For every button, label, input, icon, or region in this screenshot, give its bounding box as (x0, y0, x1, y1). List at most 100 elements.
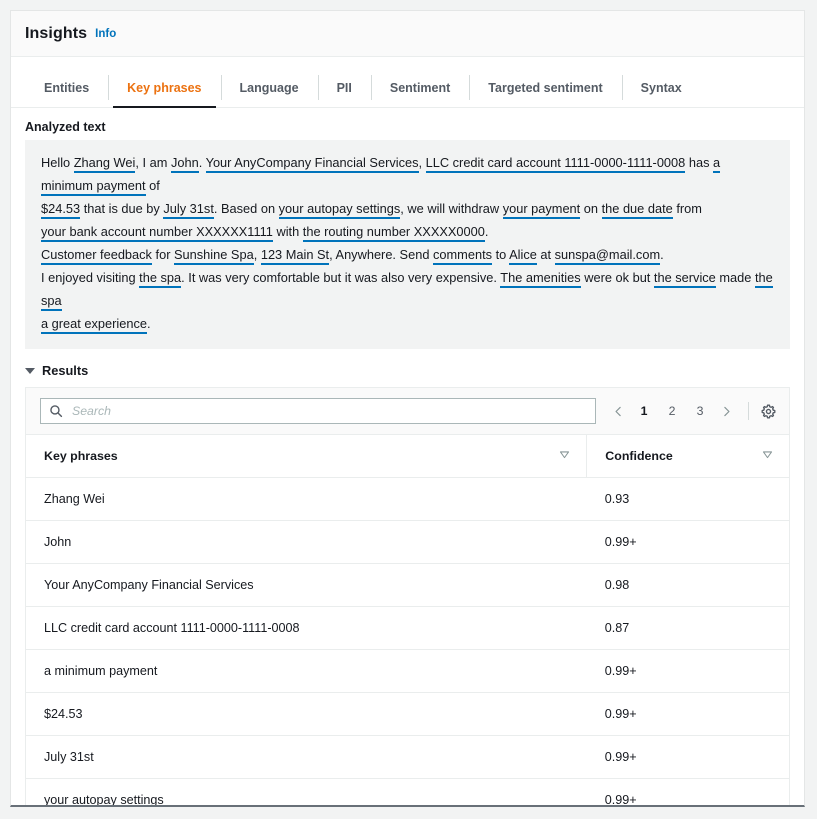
plain-text: . It was very comfortable but it was als… (181, 270, 500, 285)
tab-sentiment[interactable]: Sentiment (371, 71, 469, 107)
page-title: Insights (25, 25, 87, 43)
highlighted-phrase[interactable]: LLC credit card account 1111-0000-1111-0… (426, 155, 686, 173)
tab-targeted-sentiment[interactable]: Targeted sentiment (469, 71, 621, 107)
plain-text: , I am (135, 155, 171, 170)
plain-text: at (537, 247, 555, 262)
highlighted-phrase[interactable]: the spa (139, 270, 181, 288)
gear-icon[interactable] (757, 400, 779, 422)
table-row[interactable]: Zhang Wei0.93 (26, 478, 789, 521)
sort-triangle-icon[interactable] (762, 449, 773, 463)
highlighted-phrase[interactable]: Alice (509, 247, 537, 265)
cell-confidence: 0.99+ (587, 779, 789, 808)
tab-key-phrases[interactable]: Key phrases (108, 71, 220, 107)
analyzed-text-box: Hello Zhang Wei, I am John. Your AnyComp… (25, 140, 790, 349)
plain-text: has (685, 155, 713, 170)
chevron-right-icon[interactable] (714, 399, 738, 423)
highlighted-phrase[interactable]: July 31st (163, 201, 214, 219)
highlighted-phrase[interactable]: The amenities (500, 270, 580, 288)
highlighted-phrase[interactable]: $24.53 (41, 201, 80, 219)
tab-syntax[interactable]: Syntax (622, 71, 701, 107)
card-header: Insights Info (11, 11, 804, 57)
plain-text: that is due by (80, 201, 163, 216)
plain-text: to (492, 247, 509, 262)
tab-list: Entities Key phrases Language PII Sentim… (11, 71, 804, 108)
highlighted-phrase[interactable]: Your AnyCompany Financial Services (206, 155, 419, 173)
highlighted-phrase[interactable]: sunspa@mail.com (555, 247, 660, 265)
cell-confidence: 0.93 (587, 478, 789, 521)
column-header-key-phrases[interactable]: Key phrases (26, 435, 587, 478)
column-header-confidence-label: Confidence (605, 449, 672, 463)
analyzed-text-line: $24.53 that is due by July 31st. Based o… (41, 197, 774, 220)
cell-key-phrase: Your AnyCompany Financial Services (26, 564, 587, 607)
analyzed-text-line: Hello Zhang Wei, I am John. Your AnyComp… (41, 151, 774, 197)
highlighted-phrase[interactable]: Customer feedback (41, 247, 152, 265)
results-table: Key phrases Confidence (26, 435, 789, 807)
highlighted-phrase[interactable]: the due date (602, 201, 673, 219)
table-row[interactable]: $24.530.99+ (26, 693, 789, 736)
analyzed-text-line: I enjoyed visiting the spa. It was very … (41, 266, 774, 312)
page-1-button[interactable]: 1 (633, 399, 655, 423)
cell-key-phrase: your autopay settings (26, 779, 587, 808)
highlighted-phrase[interactable]: John (171, 155, 199, 173)
insights-card: Insights Info Entities Key phrases Langu… (10, 10, 805, 807)
analyzed-text-label: Analyzed text (11, 108, 804, 140)
tabs-wrap: Entities Key phrases Language PII Sentim… (11, 57, 804, 108)
highlighted-phrase[interactable]: the service (654, 270, 716, 288)
table-toolbar: 1 2 3 (26, 388, 789, 435)
highlighted-phrase[interactable]: your autopay settings (279, 201, 401, 219)
cell-confidence: 0.99+ (587, 521, 789, 564)
plain-text: , (254, 247, 261, 262)
plain-text: Hello (41, 155, 74, 170)
analyzed-text-line: Customer feedback for Sunshine Spa, 123 … (41, 243, 774, 266)
info-link[interactable]: Info (95, 28, 116, 40)
page-3-button[interactable]: 3 (689, 399, 711, 423)
plain-text: were ok but (581, 270, 654, 285)
plain-text: . (485, 224, 489, 239)
highlighted-phrase[interactable]: your bank account number XXXXXX1111 (41, 224, 273, 242)
highlighted-phrase[interactable]: the routing number XXXXX0000 (303, 224, 485, 242)
search-icon (49, 404, 63, 418)
results-title: Results (42, 363, 88, 378)
highlighted-phrase[interactable]: Zhang Wei (74, 155, 136, 173)
highlighted-phrase[interactable]: a great experience (41, 316, 147, 334)
results-header[interactable]: Results (11, 349, 804, 387)
cell-key-phrase: Zhang Wei (26, 478, 587, 521)
highlighted-phrase[interactable]: Sunshine Spa (174, 247, 254, 265)
table-row[interactable]: a minimum payment0.99+ (26, 650, 789, 693)
plain-text: of (146, 178, 160, 193)
sort-triangle-icon[interactable] (559, 449, 570, 463)
plain-text: , we will withdraw (400, 201, 502, 216)
table-row[interactable]: LLC credit card account 1111-0000-1111-0… (26, 607, 789, 650)
table-row[interactable]: your autopay settings0.99+ (26, 779, 789, 808)
chevron-down-icon[interactable] (25, 368, 35, 374)
plain-text: . (199, 155, 206, 170)
highlighted-phrase[interactable]: 123 Main St (261, 247, 329, 265)
cell-confidence: 0.87 (587, 607, 789, 650)
tab-pii[interactable]: PII (318, 71, 371, 107)
table-row[interactable]: July 31st0.99+ (26, 736, 789, 779)
chevron-left-icon[interactable] (606, 399, 630, 423)
column-header-confidence[interactable]: Confidence (587, 435, 789, 478)
table-row[interactable]: Your AnyCompany Financial Services0.98 (26, 564, 789, 607)
analyzed-text-line: a great experience. (41, 312, 774, 335)
highlighted-phrase[interactable]: your payment (503, 201, 581, 219)
table-row[interactable]: John0.99+ (26, 521, 789, 564)
pagination: 1 2 3 (606, 399, 779, 423)
highlighted-phrase[interactable]: comments (433, 247, 492, 265)
plain-text: with (273, 224, 303, 239)
plain-text: made (716, 270, 755, 285)
plain-text: from (673, 201, 702, 216)
table-head: Key phrases Confidence (26, 435, 789, 478)
plain-text: , (419, 155, 426, 170)
plain-text: on (580, 201, 601, 216)
analyzed-text-content: Hello Zhang Wei, I am John. Your AnyComp… (41, 151, 774, 335)
plain-text: . (660, 247, 664, 262)
cell-key-phrase: $24.53 (26, 693, 587, 736)
plain-text: . (147, 316, 151, 331)
search-box[interactable] (40, 398, 596, 424)
search-input[interactable] (70, 403, 587, 419)
plain-text: for (152, 247, 174, 262)
page-2-button[interactable]: 2 (661, 399, 683, 423)
tab-entities[interactable]: Entities (25, 71, 108, 107)
tab-language[interactable]: Language (221, 71, 318, 107)
